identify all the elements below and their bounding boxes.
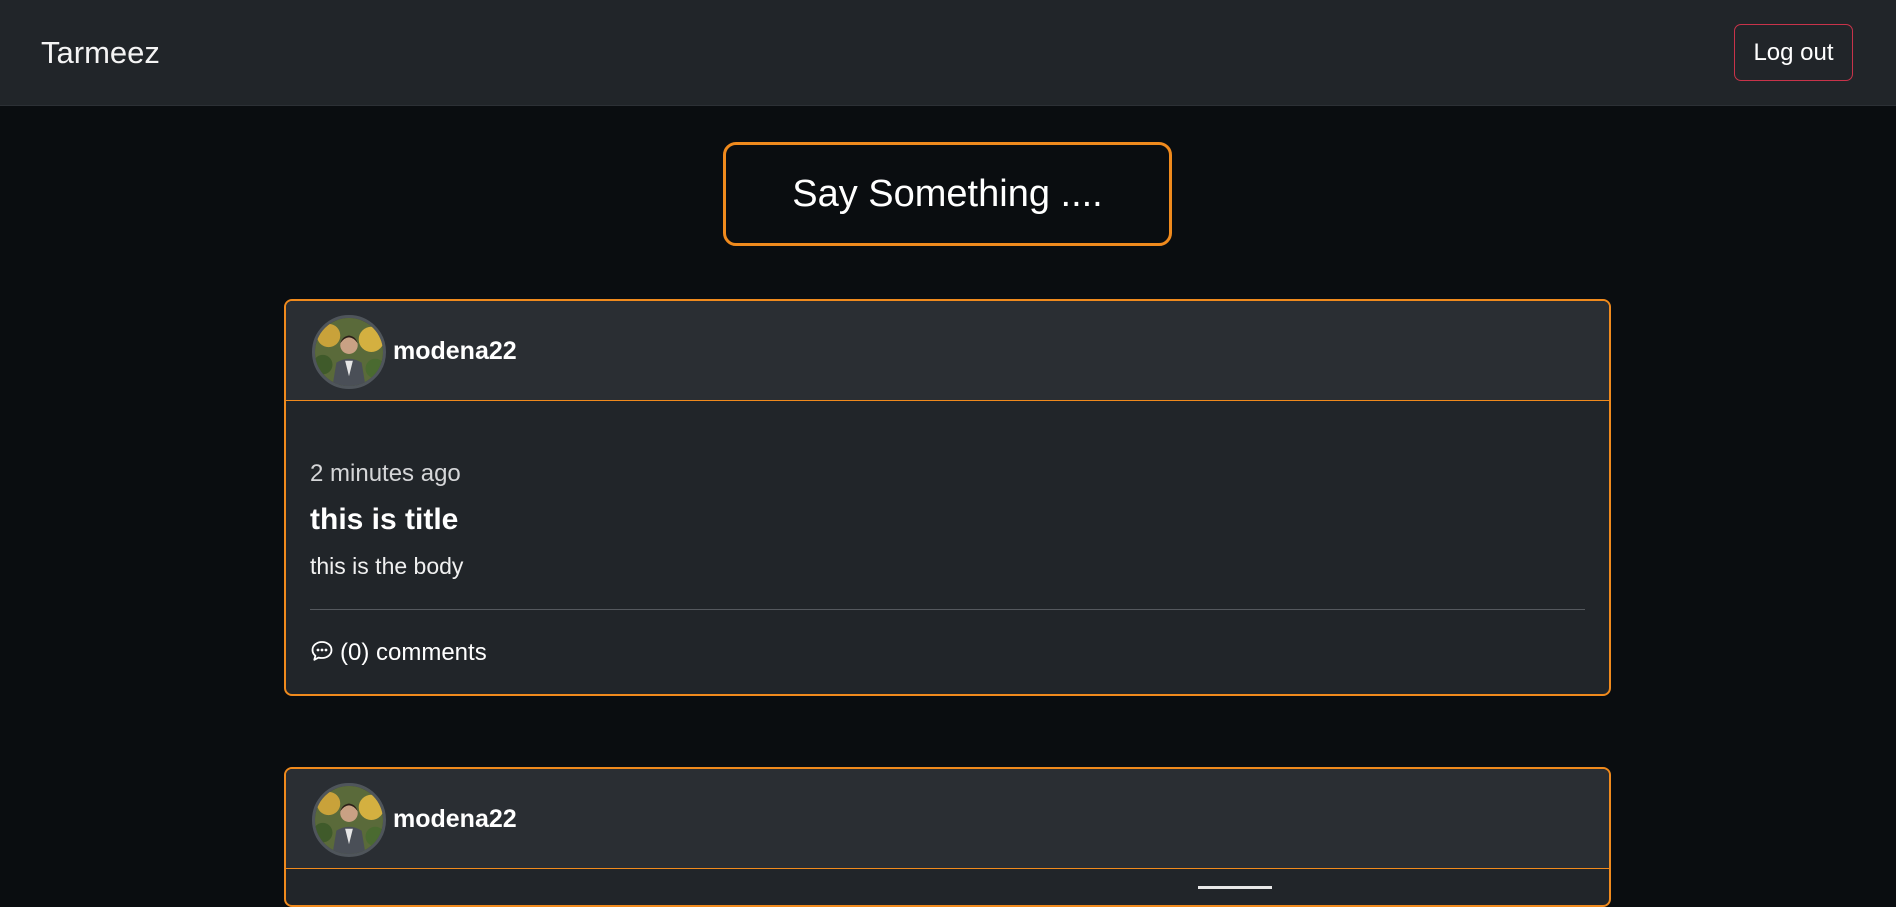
navbar: Tarmeez Log out: [0, 0, 1896, 106]
post-card[interactable]: modena22 2 minutes ago this is title thi…: [284, 299, 1611, 696]
post-divider: [310, 609, 1585, 610]
brand-logo[interactable]: Tarmeez: [41, 34, 160, 72]
post-body-text: this is the body: [310, 553, 464, 579]
avatar-photo: [315, 318, 383, 386]
chat-bubble-dots-icon: [310, 639, 334, 663]
comments-count-label: (0) comments: [340, 639, 487, 666]
post-body: 2 minutes ago this is title this is the …: [310, 401, 1585, 694]
post-username[interactable]: modena22: [393, 803, 517, 835]
avatar[interactable]: [312, 783, 386, 857]
comments-link[interactable]: (0) comments: [310, 637, 487, 669]
post-header: modena22: [286, 769, 1609, 869]
new-post-button[interactable]: Say Something ....: [723, 142, 1172, 246]
post-timestamp: 2 minutes ago: [310, 460, 461, 487]
logout-button[interactable]: Log out: [1734, 24, 1853, 81]
avatar[interactable]: [312, 315, 386, 389]
post-username[interactable]: modena22: [393, 335, 517, 367]
avatar-photo: [315, 786, 383, 854]
post-card[interactable]: modena22: [284, 767, 1611, 907]
post-title: this is title: [310, 503, 459, 536]
post-header: modena22: [286, 301, 1609, 401]
